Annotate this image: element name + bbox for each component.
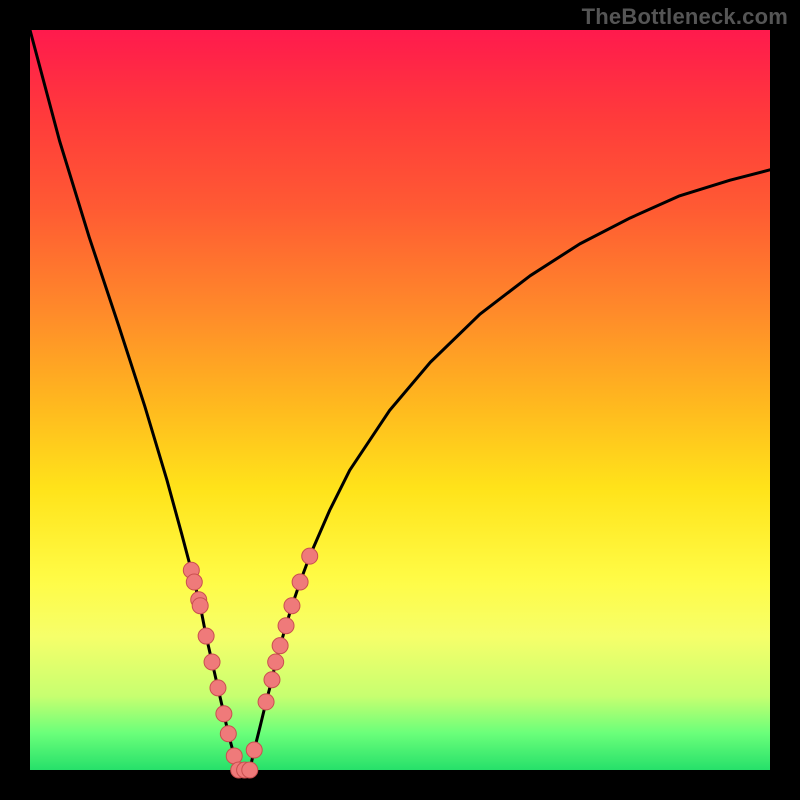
data-marker: [226, 748, 242, 764]
watermark-text: TheBottleneck.com: [582, 4, 788, 30]
data-marker: [264, 672, 280, 688]
data-marker: [198, 628, 214, 644]
data-marker: [242, 762, 258, 778]
data-marker: [216, 706, 232, 722]
data-marker: [292, 574, 308, 590]
data-marker: [284, 598, 300, 614]
data-marker: [278, 618, 294, 634]
data-marker: [268, 654, 284, 670]
data-marker: [246, 742, 262, 758]
data-marker: [302, 548, 318, 564]
chart-frame: TheBottleneck.com: [0, 0, 800, 800]
data-marker: [186, 574, 202, 590]
data-marker: [272, 638, 288, 654]
data-marker: [192, 598, 208, 614]
data-marker: [210, 680, 226, 696]
bottleneck-curve-right: [250, 170, 770, 770]
data-markers-group: [183, 548, 317, 778]
data-marker: [220, 726, 236, 742]
data-marker: [258, 694, 274, 710]
data-marker: [204, 654, 220, 670]
chart-overlay: [30, 30, 770, 770]
